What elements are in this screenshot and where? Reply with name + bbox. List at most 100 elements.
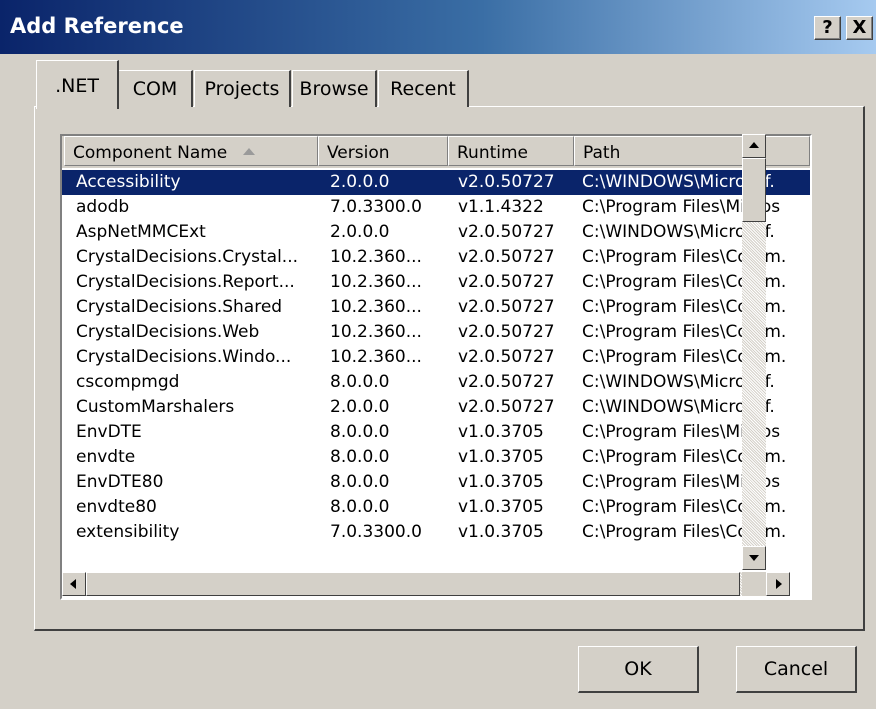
component-name-cell: envdte xyxy=(76,447,136,467)
tab-browse[interactable]: Browse xyxy=(292,70,377,107)
component-name-cell: CrystalDecisions.Windo... xyxy=(76,347,292,367)
dialog-title: Add Reference xyxy=(10,14,184,38)
path-cell: C:\Program Files\Comm. xyxy=(582,297,787,317)
close-button[interactable]: X xyxy=(846,16,873,40)
version-cell: 2.0.0.0 xyxy=(330,222,390,242)
list-row[interactable]: CustomMarshalers 2.0.0.0 v2.0.50727 C:\WIND… xyxy=(62,395,810,420)
component-list[interactable]: Component Name Version Runtime Path Acce… xyxy=(60,134,812,600)
list-header: Component Name Version Runtime Path xyxy=(62,136,810,168)
runtime-cell: v2.0.50727 xyxy=(458,347,555,367)
list-row[interactable]: envdte 8.0.0.0 v1.0.3705 C:\Program Files\C… xyxy=(62,445,810,470)
path-cell: C:\Program Files\Micros xyxy=(582,197,781,217)
tab-projects[interactable]: Projects xyxy=(194,70,291,107)
scroll-up-button[interactable] xyxy=(742,134,766,158)
list-row[interactable]: CrystalDecisions.Crystal... 10.2.360... v2… xyxy=(62,245,810,270)
path-cell: C:\WINDOWS\Microsof. xyxy=(582,372,775,392)
runtime-cell: v2.0.50727 xyxy=(458,297,555,317)
version-cell: 10.2.360... xyxy=(330,247,422,267)
list-row[interactable]: CrystalDecisions.Report... 10.2.360... v2.… xyxy=(62,270,810,295)
list-row[interactable]: EnvDTE80 8.0.0.0 v1.0.3705 C:\Program Files… xyxy=(62,470,810,495)
path-cell: C:\Program Files\Comm. xyxy=(582,247,787,267)
version-cell: 8.0.0.0 xyxy=(330,372,390,392)
version-cell: 8.0.0.0 xyxy=(330,472,390,492)
runtime-cell: v2.0.50727 xyxy=(458,247,555,267)
version-cell: 2.0.0.0 xyxy=(330,397,390,417)
runtime-cell: v2.0.50727 xyxy=(458,397,555,417)
list-row[interactable]: adodb 7.0.3300.0 v1.1.4322 C:\Program Files… xyxy=(62,195,810,220)
list-row[interactable]: extensibility 7.0.3300.0 v1.0.3705 C:\Progr… xyxy=(62,520,810,545)
list-row[interactable]: CrystalDecisions.Shared 10.2.360... v2.0.5… xyxy=(62,295,810,320)
path-cell: C:\WINDOWS\Microsof. xyxy=(582,222,775,242)
sort-ascending-icon xyxy=(243,148,256,155)
list-row[interactable]: CrystalDecisions.Windo... 10.2.360... v2.0… xyxy=(62,345,810,370)
runtime-cell: v1.0.3705 xyxy=(458,522,544,542)
path-cell: C:\WINDOWS\Microsof. xyxy=(582,172,775,192)
arrow-left-icon xyxy=(70,579,76,589)
component-name-cell: extensibility xyxy=(76,522,180,542)
runtime-cell: v1.0.3705 xyxy=(458,447,544,467)
version-cell: 10.2.360... xyxy=(330,347,422,367)
runtime-cell: v2.0.50727 xyxy=(458,372,555,392)
column-header-version[interactable]: Version xyxy=(318,136,448,166)
scroll-left-button[interactable] xyxy=(62,572,86,596)
scroll-down-button[interactable] xyxy=(742,546,766,570)
version-cell: 7.0.3300.0 xyxy=(330,522,422,542)
version-cell: 10.2.360... xyxy=(330,322,422,342)
column-header-runtime[interactable]: Runtime xyxy=(448,136,574,166)
column-header-component-name[interactable]: Component Name xyxy=(64,136,318,166)
list-row[interactable]: CrystalDecisions.Web 10.2.360... v2.0.5072… xyxy=(62,320,810,345)
component-name-cell: CrystalDecisions.Crystal... xyxy=(76,247,299,267)
tab-net[interactable]: .NET xyxy=(36,60,119,109)
path-cell: C:\Program Files\Micros xyxy=(582,472,781,492)
vertical-scrollbar[interactable] xyxy=(742,134,766,570)
component-name-cell: envdte80 xyxy=(76,497,157,517)
path-cell: C:\Program Files\Comm. xyxy=(582,272,787,292)
list-row[interactable]: AspNetMMCExt 2.0.0.0 v2.0.50727 C:\WINDOWS\… xyxy=(62,220,810,245)
version-cell: 2.0.0.0 xyxy=(330,172,390,192)
arrow-up-icon xyxy=(749,142,759,148)
runtime-cell: v2.0.50727 xyxy=(458,222,555,242)
title-bar[interactable]: Add Reference ? X xyxy=(0,0,876,54)
component-name-cell: EnvDTE xyxy=(76,422,142,442)
tab-com[interactable]: COM xyxy=(118,70,193,107)
component-name-cell: CrystalDecisions.Web xyxy=(76,322,260,342)
component-name-cell: cscompmgd xyxy=(76,372,180,392)
runtime-cell: v1.1.4322 xyxy=(458,197,544,217)
add-reference-dialog: Add Reference ? X .NET COM Projects Brow… xyxy=(0,0,876,709)
vertical-scroll-thumb[interactable] xyxy=(742,158,766,222)
runtime-cell: v1.0.3705 xyxy=(458,497,544,517)
path-cell: C:\Program Files\Comm. xyxy=(582,347,787,367)
runtime-cell: v2.0.50727 xyxy=(458,272,555,292)
path-cell: C:\Program Files\Comm. xyxy=(582,447,787,467)
version-cell: 8.0.0.0 xyxy=(330,497,390,517)
version-cell: 8.0.0.0 xyxy=(330,422,390,442)
scroll-right-button[interactable] xyxy=(766,572,790,596)
version-cell: 7.0.3300.0 xyxy=(330,197,422,217)
column-header-path[interactable]: Path xyxy=(574,136,810,166)
help-button[interactable]: ? xyxy=(814,16,841,40)
tab-recent[interactable]: Recent xyxy=(378,70,469,107)
component-name-cell: AspNetMMCExt xyxy=(76,222,206,242)
path-cell: C:\Program Files\Comm. xyxy=(582,322,787,342)
list-row[interactable]: Accessibility 2.0.0.0 v2.0.50727 C:\WINDOWS… xyxy=(62,170,810,195)
arrow-right-icon xyxy=(776,579,782,589)
ok-button[interactable]: OK xyxy=(578,646,699,693)
list-row[interactable]: cscompmgd 8.0.0.0 v2.0.50727 C:\WINDOWS\Mic… xyxy=(62,370,810,395)
horizontal-scroll-thumb[interactable] xyxy=(86,572,740,596)
path-cell: C:\Program Files\Comm. xyxy=(582,497,787,517)
component-name-cell: adodb xyxy=(76,197,130,217)
list-row[interactable]: envdte80 8.0.0.0 v1.0.3705 C:\Program Files… xyxy=(62,495,810,520)
version-cell: 8.0.0.0 xyxy=(330,447,390,467)
component-name-cell: CustomMarshalers xyxy=(76,397,235,417)
component-name-cell: CrystalDecisions.Report... xyxy=(76,272,295,292)
column-header-label: Component Name xyxy=(73,143,228,163)
arrow-down-icon xyxy=(749,555,759,561)
list-row[interactable]: EnvDTE 8.0.0.0 v1.0.3705 C:\Program Files\M… xyxy=(62,420,810,445)
runtime-cell: v2.0.50727 xyxy=(458,172,555,192)
cancel-button[interactable]: Cancel xyxy=(736,646,857,693)
component-name-cell: EnvDTE80 xyxy=(76,472,164,492)
horizontal-scrollbar[interactable] xyxy=(62,572,790,596)
path-cell: C:\WINDOWS\Microsof. xyxy=(582,397,775,417)
path-cell: C:\Program Files\Micros xyxy=(582,422,781,442)
runtime-cell: v2.0.50727 xyxy=(458,322,555,342)
